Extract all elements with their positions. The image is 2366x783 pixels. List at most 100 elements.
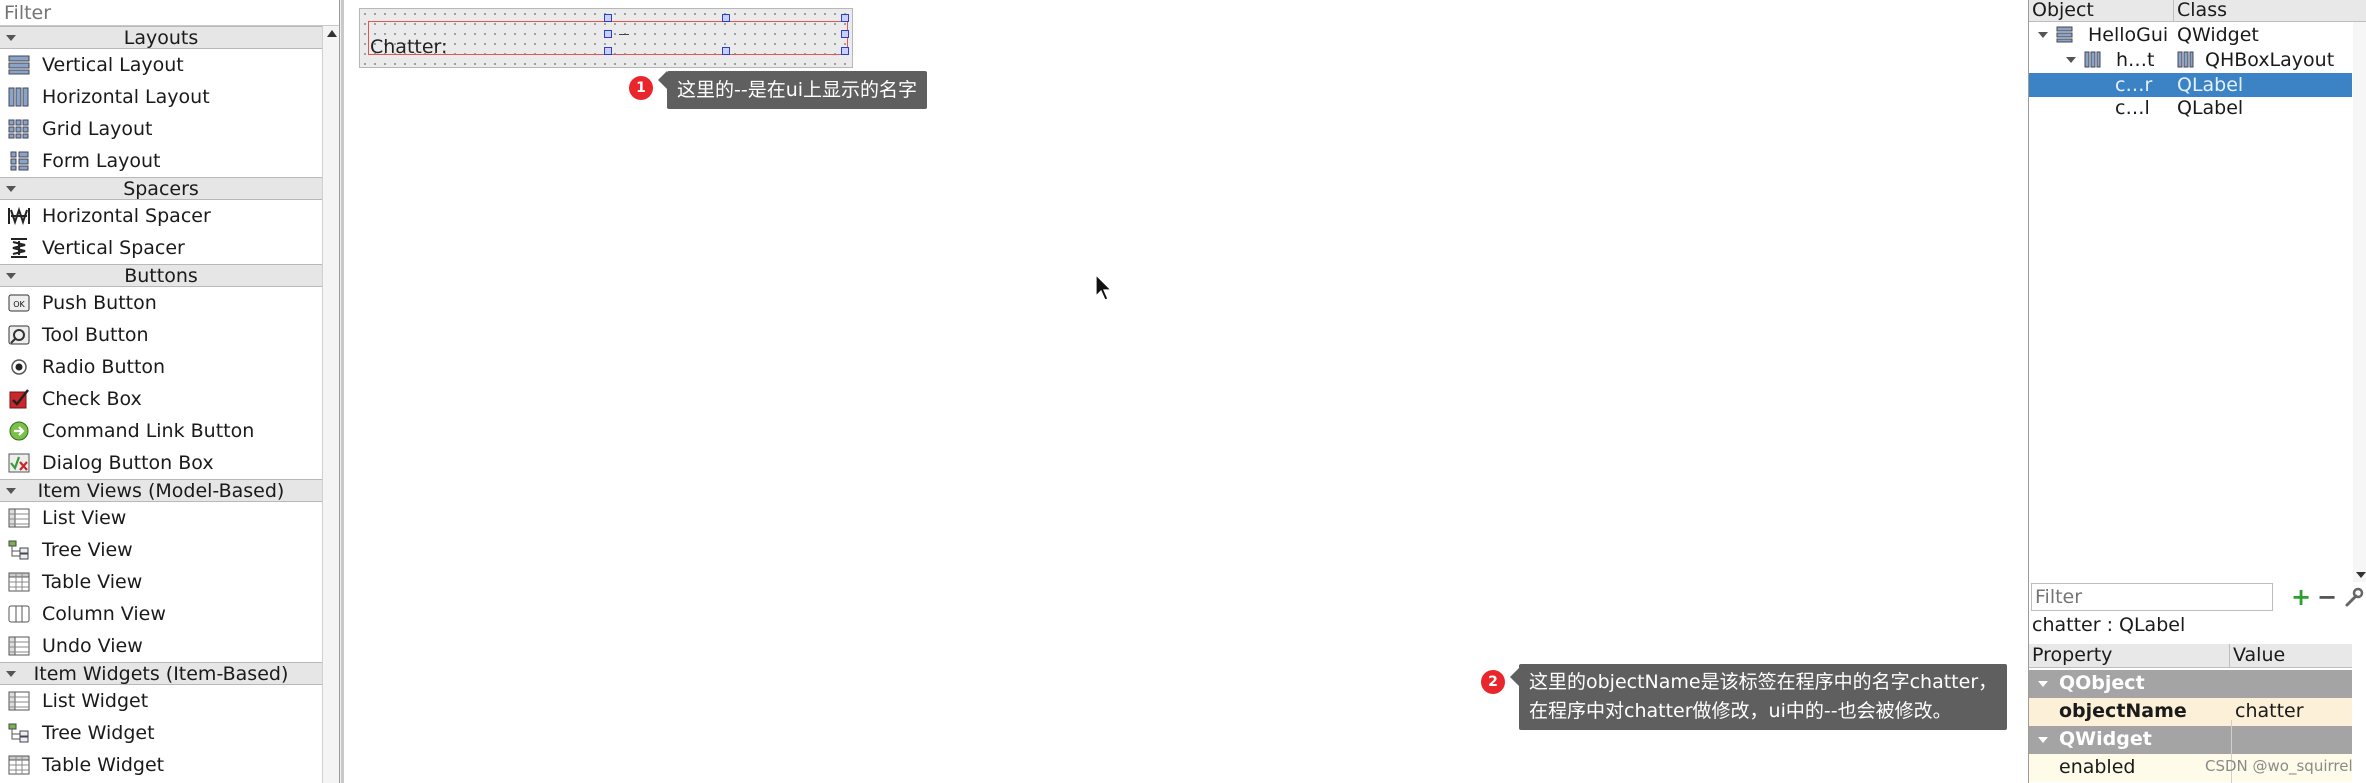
object-tree-row-chatter[interactable]: c…r QLabel [2029, 73, 2352, 97]
object-tree-row-hbox[interactable]: h…t QHBoxLayout [2029, 48, 2352, 72]
collapse-arrow-icon[interactable] [2038, 681, 2048, 687]
class-column-header[interactable]: Class [2174, 0, 2366, 22]
widget-item-label: List View [42, 507, 127, 529]
column-view-icon [8, 605, 30, 623]
widget-item-label: Horizontal Layout [42, 86, 210, 108]
widget-item[interactable]: Check Box [0, 383, 322, 415]
property-value[interactable]: chatter [2235, 698, 2304, 725]
property-column-header[interactable]: Property [2029, 644, 2230, 668]
scroll-up-arrow-icon[interactable] [327, 30, 337, 37]
widget-item[interactable]: Table View [0, 566, 322, 598]
expand-arrow-icon[interactable] [2038, 32, 2048, 38]
object-tree-row-label[interactable]: c…l QLabel [2029, 96, 2352, 120]
annotation-badge-2: 2 [1481, 670, 1505, 694]
vertical-layout-icon [8, 55, 30, 75]
object-inspector-scrollbar[interactable] [2353, 22, 2366, 582]
add-dynamic-property-button[interactable]: + [2288, 584, 2314, 610]
resize-handle[interactable] [722, 14, 730, 22]
widget-item[interactable]: Column View [0, 598, 322, 630]
widget-item[interactable]: Undo View [0, 630, 322, 662]
group-label: QWidget [2059, 728, 2152, 750]
widget-item-label: Table View [42, 571, 143, 593]
callout-2-line-2: 在程序中对chatter做修改，ui中的--也会被修改。 [1529, 700, 1952, 722]
annotation-callout-1: 这里的--是在ui上显示的名字 [657, 71, 928, 109]
widget-item[interactable]: Horizontal Spacer [0, 200, 322, 232]
collapse-arrow-icon[interactable] [6, 186, 16, 192]
widget-item-label: Column View [42, 603, 166, 625]
widget-item-label: Tree Widget [42, 722, 155, 744]
widget-item[interactable]: Vertical Spacer [0, 232, 322, 264]
collapse-arrow-icon[interactable] [6, 671, 16, 677]
remove-dynamic-property-button[interactable]: − [2314, 584, 2340, 610]
widget-item[interactable]: Vertical Layout [0, 49, 322, 81]
widget-item[interactable]: Radio Button [0, 351, 322, 383]
scroll-down-arrow-icon[interactable] [2356, 572, 2366, 578]
undo-view-icon [8, 636, 30, 656]
widget-icon [2056, 26, 2073, 43]
widget-item[interactable]: Tree Widget [0, 717, 322, 749]
widget-item-label: Horizontal Spacer [42, 205, 211, 227]
form-layout-icon [10, 151, 29, 171]
collapse-arrow-icon[interactable] [2038, 737, 2048, 743]
resize-handle[interactable] [604, 14, 612, 22]
widget-category-header[interactable]: Spacers [0, 177, 322, 200]
hbox-layout-icon [2177, 51, 2194, 68]
widget-item[interactable]: Grid Layout [0, 113, 322, 145]
expand-arrow-icon[interactable] [2066, 57, 2076, 63]
chatter-text-label[interactable]: Chatter: [370, 36, 447, 58]
collapse-arrow-icon[interactable] [6, 35, 16, 41]
widget-item[interactable]: Command Link Button [0, 415, 322, 447]
widget-item[interactable]: List View [0, 502, 322, 534]
widget-item[interactable]: List Widget [0, 685, 322, 717]
widget-filter-input[interactable] [0, 0, 339, 26]
selected-label-text[interactable] [619, 34, 629, 35]
widget-item-label: Push Button [42, 292, 157, 314]
collapse-arrow-icon[interactable] [6, 488, 16, 494]
widget-item[interactable]: Table Widget [0, 749, 322, 781]
resize-handle[interactable] [841, 14, 849, 22]
widget-item-label: Form Layout [42, 150, 161, 172]
selected-object-title: chatter : QLabel [2032, 614, 2186, 636]
collapse-arrow-icon[interactable] [6, 273, 16, 279]
property-filter-input[interactable] [2031, 583, 2273, 611]
wrench-icon[interactable] [2342, 584, 2364, 610]
object-class: QHBoxLayout [2205, 49, 2335, 71]
widget-category-header[interactable]: Item Widgets (Item-Based) [0, 662, 322, 685]
widget-item[interactable]: OK Push Button [0, 287, 322, 319]
dialog-button-box-icon [8, 453, 30, 473]
callout-1-text: 这里的--是在ui上显示的名字 [677, 79, 918, 101]
resize-handle[interactable] [604, 30, 612, 38]
horizontal-layout-icon [8, 87, 29, 107]
object-column-header[interactable]: Object [2029, 0, 2174, 22]
resize-handle[interactable] [841, 30, 849, 38]
widget-item-label: List Widget [42, 690, 149, 712]
object-tree-row-hellogui[interactable]: HelloGui QWidget [2029, 23, 2352, 47]
widget-category-header[interactable]: Layouts [0, 26, 322, 49]
property-group-qwidget[interactable]: QWidget [2029, 726, 2352, 754]
form-canvas[interactable]: Chatter: 1 这里的--是在ui上显示的名字 2 这里的objectNa… [341, 0, 2028, 783]
widget-item-label: Tool Button [42, 324, 149, 346]
object-name: h…t [2116, 49, 2155, 71]
group-label: QObject [2059, 672, 2145, 694]
widget-category-header[interactable]: Item Views (Model-Based) [0, 479, 322, 502]
widget-category-header[interactable]: Buttons [0, 264, 322, 287]
value-column-header[interactable]: Value [2230, 644, 2352, 668]
widget-item[interactable]: Tool Button [0, 319, 322, 351]
resize-handle[interactable] [722, 47, 730, 55]
table-view-icon [8, 572, 30, 592]
property-group-qobject[interactable]: QObject [2029, 670, 2352, 698]
form-window[interactable]: Chatter: [359, 8, 853, 68]
tree-widget-icon [8, 723, 29, 743]
resize-handle[interactable] [841, 47, 849, 55]
widget-item-label: Vertical Layout [42, 54, 184, 76]
widget-item[interactable]: Horizontal Layout [0, 81, 322, 113]
widget-item[interactable]: Form Layout [0, 145, 322, 177]
property-row-objectname[interactable]: objectName chatter [2029, 698, 2352, 726]
command-link-icon [9, 421, 29, 441]
check-box-icon [9, 389, 29, 409]
widget-box-panel: Layouts Vertical Layout Horizontal Layout G… [0, 0, 340, 783]
widget-item[interactable]: Dialog Button Box [0, 447, 322, 479]
widget-list-scrollbar[interactable] [322, 26, 339, 783]
widget-item[interactable]: Tree View [0, 534, 322, 566]
resize-handle[interactable] [604, 47, 612, 55]
